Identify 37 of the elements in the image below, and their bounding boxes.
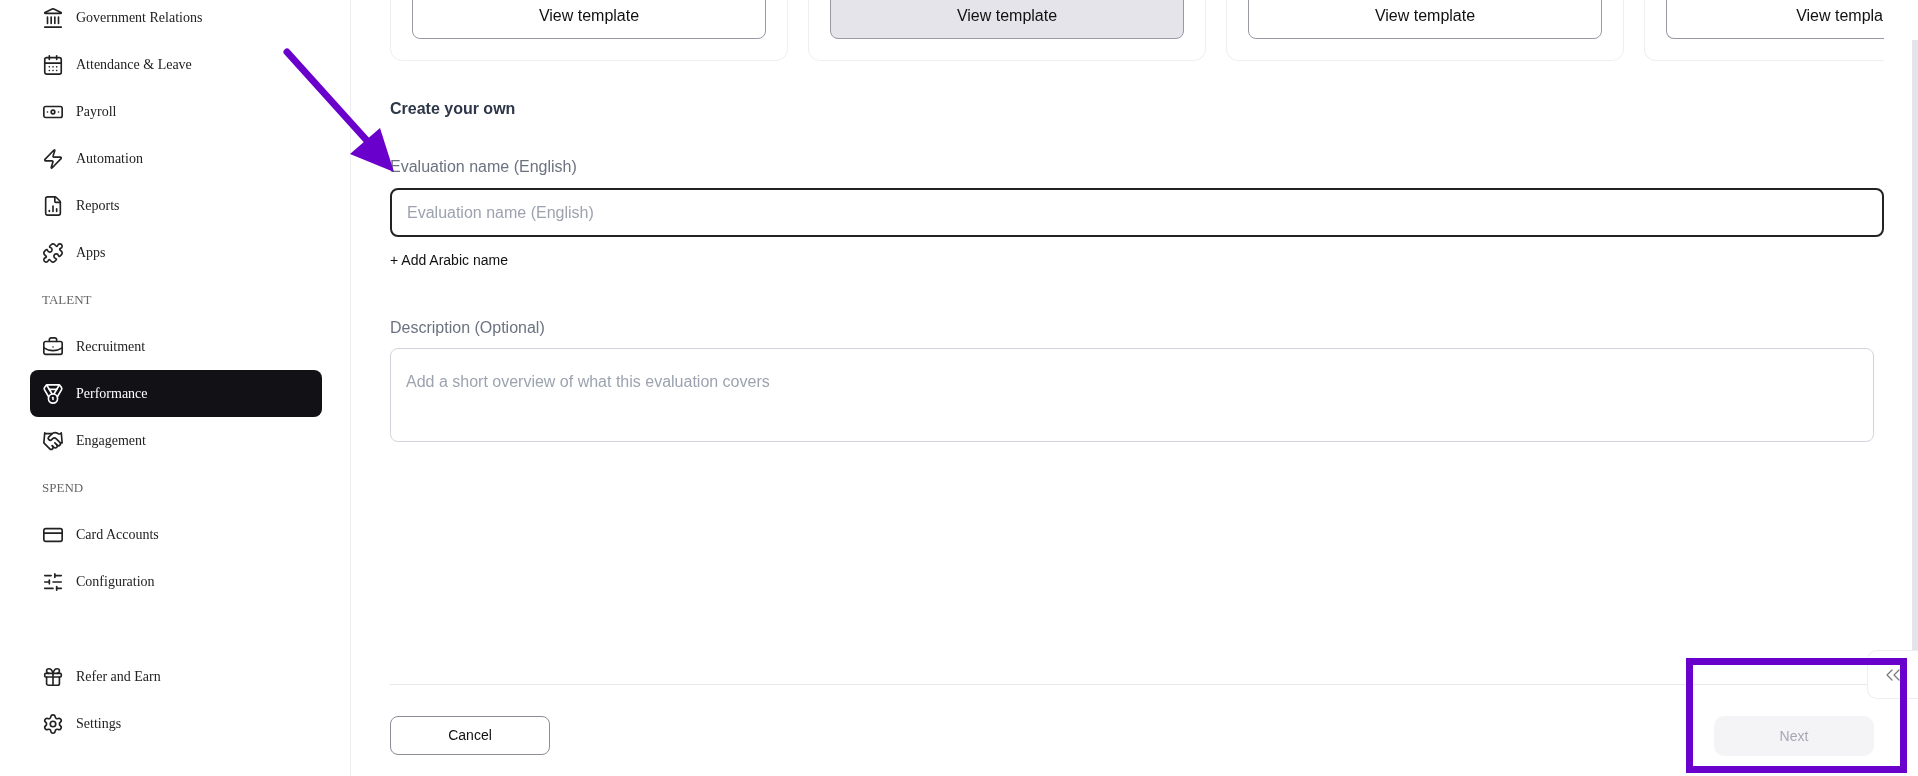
briefcase-icon bbox=[42, 335, 64, 358]
sidebar-item[interactable]: Refer and Earn bbox=[30, 653, 322, 700]
sidebar-item[interactable]: Configuration bbox=[30, 558, 322, 605]
sidebar-item[interactable]: Engagement bbox=[30, 417, 322, 464]
gift-icon bbox=[42, 665, 64, 688]
sidebar-item[interactable]: Apps bbox=[30, 229, 322, 276]
sidebar-item[interactable]: Reports bbox=[30, 182, 322, 229]
sidebar-item[interactable]: Settings bbox=[30, 700, 322, 747]
calendar-icon bbox=[42, 53, 64, 76]
add-arabic-name-link[interactable]: + Add Arabic name bbox=[390, 250, 508, 271]
view-template-button[interactable]: View templa bbox=[1666, 0, 1884, 39]
cancel-button[interactable]: Cancel bbox=[390, 716, 550, 755]
sliders-icon bbox=[42, 570, 64, 593]
section-heading: Create your own bbox=[390, 99, 517, 119]
view-template-button[interactable]: View template bbox=[830, 0, 1184, 39]
lightning-icon bbox=[42, 147, 64, 170]
sidebar-item[interactable]: Card Accounts bbox=[30, 511, 322, 558]
settings-icon bbox=[42, 712, 64, 735]
view-template-button[interactable]: View template bbox=[1248, 0, 1602, 39]
sidebar-item[interactable]: Payroll bbox=[30, 88, 322, 135]
description-input-field[interactable]: Add a short overview of what this evaluation covers bbox=[390, 348, 1874, 442]
name-input-field[interactable]: Evaluation name (English) bbox=[390, 188, 1884, 237]
sidebar-item[interactable]: Performance bbox=[30, 370, 322, 417]
sidebar-item[interactable]: Automation bbox=[30, 135, 322, 182]
handshake-icon bbox=[42, 429, 64, 452]
puzzle-icon bbox=[42, 241, 64, 264]
section-label: SPEND bbox=[42, 478, 84, 497]
field-label: Evaluation name (English) bbox=[390, 157, 578, 177]
medal-icon bbox=[42, 382, 64, 405]
view-template-button[interactable]: View template bbox=[412, 0, 766, 39]
bank-icon bbox=[42, 6, 64, 29]
sidebar-item[interactable]: Attendance & Leave bbox=[30, 41, 322, 88]
sidebar-item[interactable]: Government Relations bbox=[30, 0, 322, 41]
report-icon bbox=[42, 194, 64, 217]
sidebar-item[interactable]: Recruitment bbox=[30, 323, 322, 370]
section-label: TALENT bbox=[42, 290, 92, 309]
field-label: Description (Optional) bbox=[390, 318, 546, 338]
